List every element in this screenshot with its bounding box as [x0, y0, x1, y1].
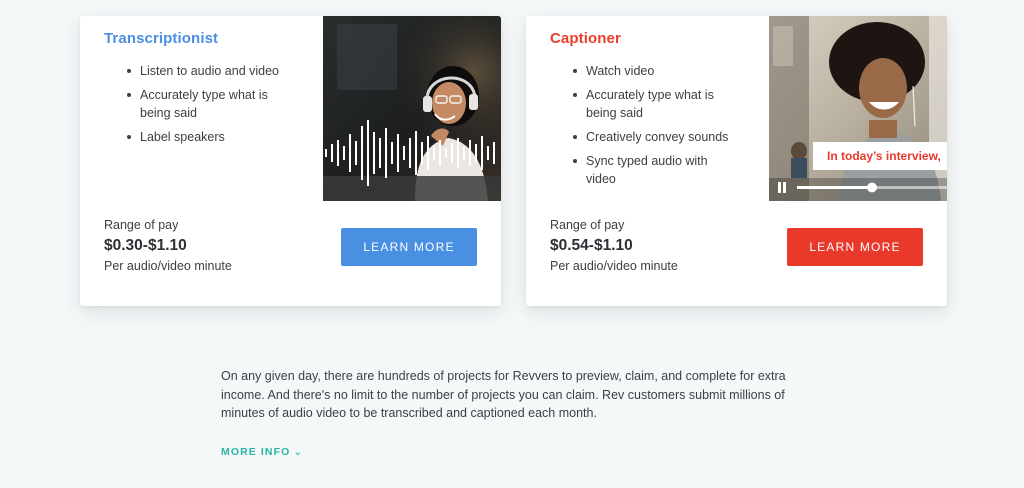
duties-list: Listen to audio and video Accurately typ…	[125, 62, 285, 152]
pay-range: $0.54-$1.10	[550, 237, 633, 254]
more-info-label: MORE INFO	[221, 446, 291, 458]
pay-range: $0.30-$1.10	[104, 237, 187, 254]
pay-unit: Per audio/video minute	[104, 259, 232, 273]
list-item: Watch video	[571, 62, 731, 80]
video-progress-handle	[867, 182, 877, 193]
list-item: Label speakers	[125, 128, 285, 146]
card-title: Captioner	[550, 30, 621, 47]
transcriptionist-photo	[323, 16, 501, 201]
chevron-down-icon: ⌄	[293, 446, 304, 458]
projects-description: On any given day, there are hundreds of …	[221, 369, 786, 420]
list-item: Listen to audio and video	[125, 62, 285, 80]
pay-label: Range of pay	[550, 218, 625, 232]
list-item: Sync typed audio with video	[571, 152, 731, 188]
card-title: Transcriptionist	[104, 30, 219, 47]
captioner-photo: In today’s interview,	[769, 16, 947, 201]
learn-more-button[interactable]: LEARN MORE	[341, 228, 477, 266]
list-item: Accurately type what is being said	[571, 86, 731, 122]
video-progress-fill	[797, 186, 872, 189]
learn-more-button[interactable]: LEARN MORE	[787, 228, 923, 266]
pay-label: Range of pay	[104, 218, 179, 232]
captioner-card: Captioner Watch video Accurately type wh…	[526, 16, 947, 306]
caption-text: In today’s interview,	[827, 149, 941, 163]
list-item: Creatively convey sounds	[571, 128, 731, 146]
duties-list: Watch video Accurately type what is bein…	[571, 62, 731, 194]
transcriptionist-card: Transcriptionist Listen to audio and vid…	[80, 16, 501, 306]
pay-unit: Per audio/video minute	[550, 259, 678, 273]
list-item: Accurately type what is being said	[125, 86, 285, 122]
more-info-link[interactable]: MORE INFO ⌄	[221, 446, 303, 458]
